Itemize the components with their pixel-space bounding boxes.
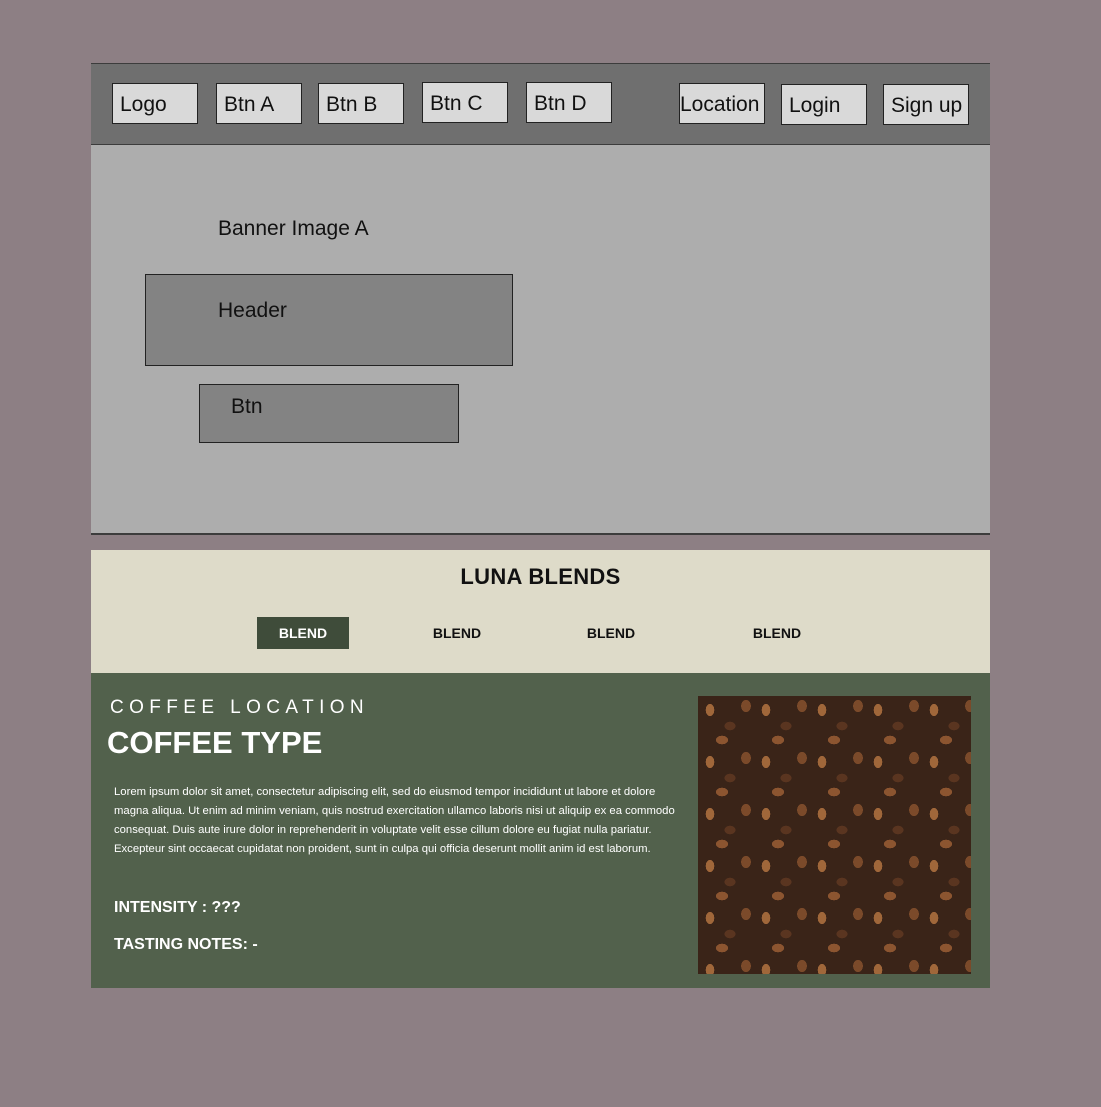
banner-image-label: Banner Image A <box>218 217 369 240</box>
coffee-detail: COFFEE LOCATION COFFEE TYPE Lorem ipsum … <box>91 673 990 988</box>
blends-title: LUNA BLENDS <box>460 564 621 589</box>
nav-button-a[interactable]: Btn A <box>216 83 302 124</box>
blend-tab-1[interactable]: BLEND <box>257 617 349 649</box>
nav-button-d[interactable]: Btn D <box>526 82 612 123</box>
tasting-notes-label: TASTING NOTES: - <box>114 936 258 953</box>
blend-tab-3[interactable]: BLEND <box>565 617 657 649</box>
banner-button[interactable]: Btn <box>199 384 459 443</box>
banner-header: Header <box>145 274 513 366</box>
coffee-description: Lorem ipsum dolor sit amet, consectetur … <box>114 786 675 855</box>
navbar: Logo Btn A Btn B Btn C Btn D Location Lo… <box>91 63 990 146</box>
login-button[interactable]: Login <box>781 84 867 125</box>
nav-button-b[interactable]: Btn B <box>318 83 404 124</box>
location-button[interactable]: Location <box>679 83 765 124</box>
blends-section: LUNA BLENDS BLEND BLEND BLEND BLEND <box>91 550 990 673</box>
banner-button-label: Btn <box>231 395 263 418</box>
intensity-label: INTENSITY : ??? <box>114 899 241 916</box>
nav-button-c[interactable]: Btn C <box>422 82 508 123</box>
coffee-location: COFFEE LOCATION <box>110 697 370 718</box>
coffee-beans-image <box>698 696 971 974</box>
blend-tab-2[interactable]: BLEND <box>411 617 503 649</box>
banner: Banner Image A Header Btn <box>91 145 990 535</box>
blend-tab-4[interactable]: BLEND <box>731 617 823 649</box>
banner-header-text: Header <box>218 299 287 322</box>
signup-button[interactable]: Sign up <box>883 84 969 125</box>
logo[interactable]: Logo <box>112 83 198 124</box>
coffee-type: COFFEE TYPE <box>107 725 323 760</box>
